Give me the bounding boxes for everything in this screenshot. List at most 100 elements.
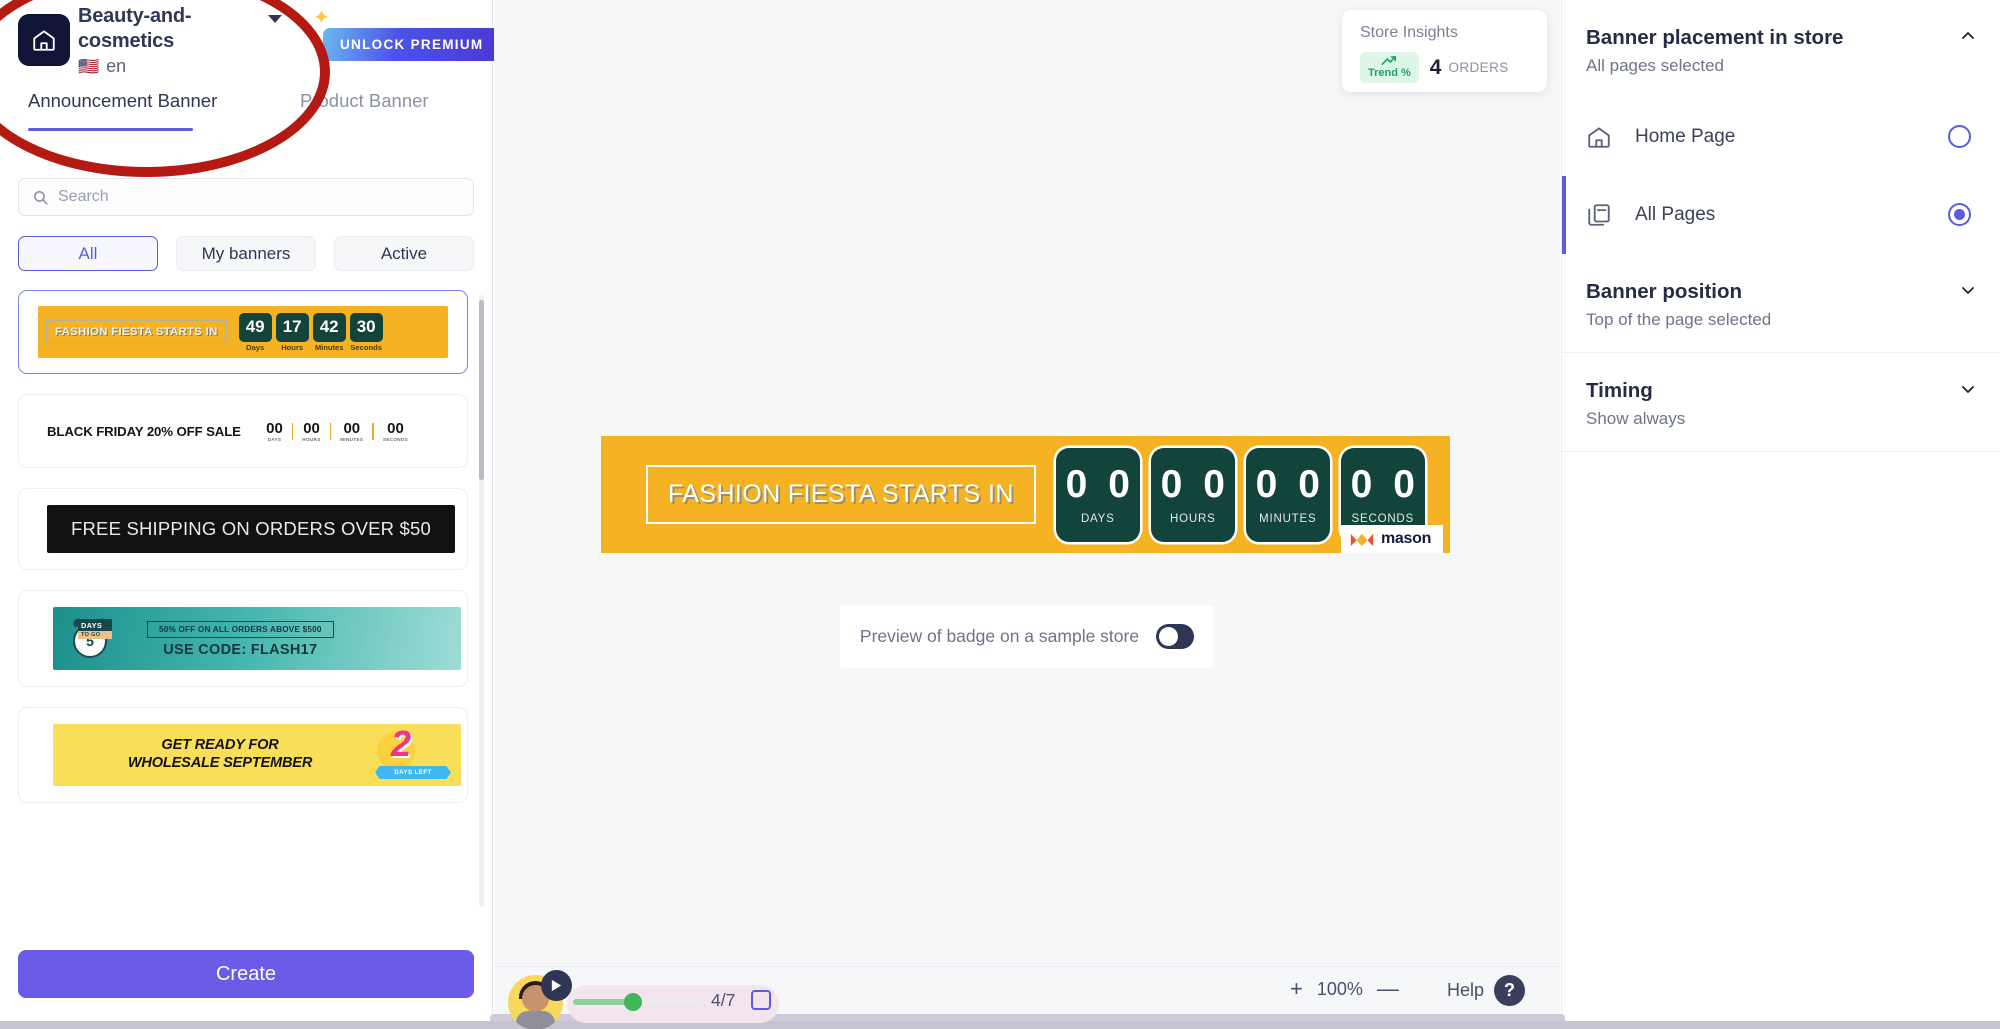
unlock-premium-button[interactable]: UNLOCK PREMIUM	[323, 28, 501, 61]
search-input[interactable]	[58, 188, 438, 206]
countdown-label: SECONDS	[1351, 512, 1415, 525]
plus-icon[interactable]: +	[1290, 978, 1303, 1000]
section-title: Banner placement in store	[1586, 26, 1844, 49]
banner-list-scrollbar-thumb[interactable]	[479, 300, 484, 480]
language-label: en	[106, 56, 127, 76]
radio-home-page[interactable]	[1948, 125, 1971, 148]
us-flag-icon: 🇺🇸	[78, 57, 100, 76]
banner-thumbnail: 5 DAYS TO GO 50% OFF ON ALL ORDERS ABOVE…	[53, 607, 461, 670]
countdown-unit-days: 49 Days	[238, 312, 272, 352]
badge-number: 2	[391, 724, 412, 764]
banner-headline: FREE SHIPPING ON ORDERS OVER $50	[70, 518, 432, 539]
banner-card-fashion-fiesta[interactable]: FASHION FIESTA STARTS IN 49 Days 17 Hour…	[18, 290, 468, 374]
preview-headline: FASHION FIESTA STARTS IN	[646, 465, 1036, 524]
banner-card-free-shipping[interactable]: FREE SHIPPING ON ORDERS OVER $50	[18, 488, 468, 570]
countdown-value: 42	[312, 312, 346, 342]
countdown-value: 30	[349, 312, 383, 342]
option-label: Home Page	[1635, 126, 1736, 147]
play-icon[interactable]	[541, 970, 572, 1001]
countdown-label: DAYS	[1080, 512, 1115, 525]
countdown-label: Seconds	[350, 342, 382, 352]
countdown-label: MINUTES	[340, 437, 364, 442]
banner-headline: FASHION FIESTA STARTS IN	[46, 320, 227, 344]
preview-countdown-days: 0 0 DAYS	[1055, 447, 1140, 542]
filter-chip-all[interactable]: All	[18, 236, 158, 271]
countdown-label: Hours	[281, 342, 304, 352]
filter-chip-active[interactable]: Active	[334, 236, 474, 271]
preview-badge-toggle[interactable]	[1156, 624, 1195, 649]
days-sub-label: TO GO	[78, 631, 112, 639]
sidebar-header: Beauty-and-cosmetics 🇺🇸 en ✦ UNLOCK PREM…	[0, 0, 501, 100]
banner-list[interactable]: FASHION FIESTA STARTS IN 49 Days 17 Hour…	[18, 290, 485, 908]
language-selector[interactable]: 🇺🇸 en	[78, 56, 126, 77]
radio-all-pages[interactable]	[1948, 203, 1971, 226]
sidebar-item-all-pages[interactable]: All Pages	[1562, 176, 2000, 254]
countdown-label: HOURS	[302, 437, 321, 442]
orders-count: 4	[1429, 55, 1442, 79]
section-subtitle: All pages selected	[1586, 56, 1724, 75]
countdown-value: 00	[343, 420, 361, 437]
headline-line-1: GET READY FOR	[161, 737, 279, 754]
chevron-down-icon[interactable]	[1960, 381, 1976, 397]
offer-text: 50% OFF ON ALL ORDERS ABOVE $500	[147, 621, 334, 638]
mason-logo-icon	[1350, 533, 1374, 546]
preview-toggle-label: Preview of badge on a sample store	[859, 626, 1140, 646]
countdown-label: SECONDS	[382, 437, 408, 442]
banner-card-black-friday[interactable]: BLACK FRIDAY 20% OFF SALE 00 DAYS 00 HOU…	[18, 394, 468, 468]
tab-announcement-banner[interactable]: Announcement Banner	[28, 90, 217, 126]
walkthrough-progress-knob[interactable]	[624, 993, 642, 1011]
trend-up-icon	[1381, 56, 1396, 65]
option-label: All Pages	[1635, 204, 1716, 225]
countdown-unit-seconds: 30 Seconds	[349, 312, 383, 352]
preview-toggle-card: Preview of badge on a sample store	[840, 605, 1214, 668]
create-button[interactable]: Create	[18, 950, 474, 998]
badge-ribbon-label: DAYS LEFT	[375, 766, 451, 779]
tab-product-banner[interactable]: Product Banner	[300, 90, 429, 126]
countdown-label: DAYS	[267, 437, 282, 442]
countdown-label: MINUTES	[1259, 512, 1317, 525]
chevron-up-icon[interactable]	[1960, 28, 1976, 44]
chevron-down-icon[interactable]	[1960, 282, 1976, 298]
banner-card-flash-sale[interactable]: 5 DAYS TO GO 50% OFF ON ALL ORDERS ABOVE…	[18, 590, 468, 687]
banner-card-wholesale[interactable]: GET READY FOR WHOLESALE SEPTEMBER 2 DAYS…	[18, 707, 468, 803]
countdown-value: 00	[303, 420, 320, 437]
window-bottom-edge	[0, 1021, 2000, 1029]
banner-thumbnail: FREE SHIPPING ON ORDERS OVER $50	[47, 505, 455, 553]
step-counter: 4/7	[711, 990, 736, 1010]
store-insights-card: Store Insights Trend % 4 ORDERS	[1342, 10, 1547, 92]
help-control[interactable]: Help ?	[1447, 975, 1526, 1006]
filter-chips: All My banners Active	[18, 236, 474, 271]
promo-code: USE CODE: FLASH17	[163, 642, 318, 658]
sidebar-item-home-page[interactable]: Home Page	[1562, 98, 2000, 176]
question-mark-icon[interactable]: ?	[1494, 975, 1526, 1006]
countdown-value: 17	[275, 312, 309, 342]
section-banner-position[interactable]: Banner position Top of the page selected	[1562, 254, 2000, 353]
home-icon[interactable]	[18, 14, 70, 66]
minus-icon[interactable]: —	[1377, 978, 1399, 1000]
banner-thumbnail: FASHION FIESTA STARTS IN 49 Days 17 Hour…	[38, 306, 448, 358]
insights-title: Store Insights	[1360, 24, 1458, 41]
walkthrough-progress-fill	[573, 999, 630, 1005]
countdown-unit-hours: 00 HOURS	[293, 420, 329, 442]
filter-chip-my-banners[interactable]: My banners	[176, 236, 316, 271]
search-bar[interactable]	[18, 178, 474, 216]
section-timing[interactable]: Timing Show always	[1562, 353, 2000, 452]
countdown-label: Days	[246, 342, 265, 352]
mason-watermark: mason	[1341, 525, 1444, 553]
chevron-down-icon[interactable]	[268, 15, 282, 23]
section-title: Timing	[1586, 379, 1653, 402]
countdown-unit-minutes: 42 Minutes	[312, 312, 346, 352]
days-left-badge: 2 DAYS LEFT	[369, 724, 461, 786]
section-title: Banner position	[1586, 280, 1743, 303]
section-subtitle: Show always	[1586, 409, 1686, 428]
countdown-value: 00	[387, 420, 404, 437]
store-name[interactable]: Beauty-and-cosmetics	[78, 4, 278, 54]
trend-badge: Trend %	[1360, 52, 1419, 83]
help-label: Help	[1447, 980, 1485, 1000]
countdown-label: Minutes	[314, 342, 344, 352]
pages-icon	[1588, 204, 1610, 226]
countdown-group: 00 DAYS 00 HOURS 00 MINUTES 00 SECONDS	[257, 420, 417, 442]
preview-banner[interactable]: FASHION FIESTA STARTS IN 0 0 DAYS 0 0 HO…	[601, 436, 1450, 553]
preview-countdown-hours: 0 0 HOURS	[1150, 447, 1235, 542]
step-checkbox[interactable]	[751, 990, 771, 1010]
